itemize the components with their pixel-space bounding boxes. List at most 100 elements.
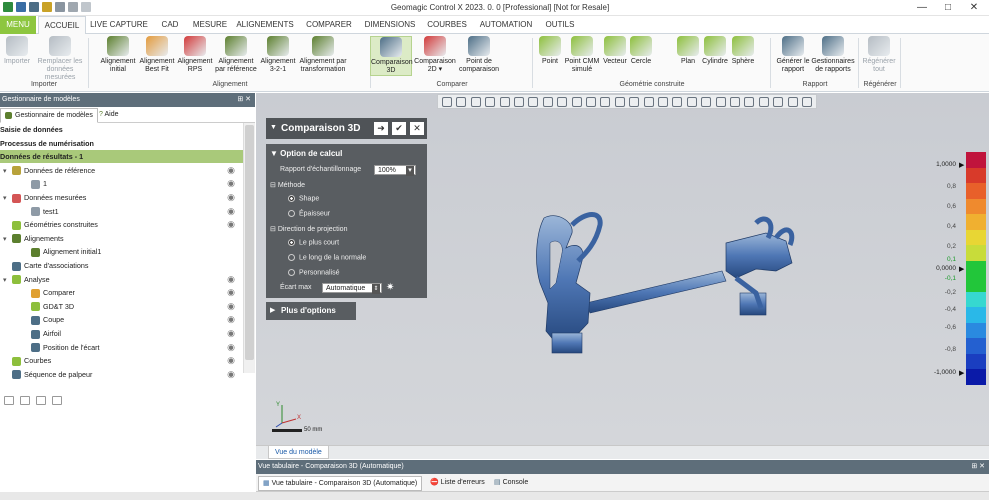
tab-9[interactable]: AUTOMATION [474, 16, 538, 34]
tree-item[interactable]: Carte d'associations [0, 259, 243, 272]
tree-item[interactable]: Coupe ◉ [0, 313, 243, 326]
view-tool-icon[interactable] [456, 97, 467, 107]
scale-marker-arrow-icon[interactable]: ▶ [959, 369, 964, 377]
undo-icon[interactable] [68, 2, 78, 12]
import-button[interactable]: Importer [2, 36, 32, 66]
tab-model-view[interactable]: Vue du modèle [268, 446, 329, 459]
sphere-button[interactable]: Sphère [730, 36, 756, 66]
tree-item[interactable]: Géométries construites ◉ [0, 218, 243, 231]
visibility-eye-icon[interactable]: ◉ [227, 286, 235, 299]
close-button[interactable]: ✕ [962, 1, 986, 14]
expand-arrow-icon[interactable]: ▾ [3, 233, 12, 246]
save-icon[interactable] [29, 2, 39, 12]
visibility-eye-icon[interactable]: ◉ [227, 218, 235, 231]
view-tool-icon[interactable] [686, 97, 697, 107]
visibility-eye-icon[interactable]: ◉ [227, 368, 235, 381]
visibility-eye-icon[interactable]: ◉ [227, 191, 235, 204]
compare-2d-button[interactable]: Comparaison 2D ▾ [412, 36, 458, 74]
redo-icon[interactable] [81, 2, 91, 12]
tab-10[interactable]: OUTILS [540, 16, 580, 34]
tree-item[interactable]: Airfoil ◉ [0, 327, 243, 340]
view-tool-icon[interactable] [672, 97, 683, 107]
print-icon[interactable] [55, 2, 65, 12]
scale-marker-arrow-icon[interactable]: ▶ [959, 161, 964, 169]
tree-item[interactable]: ▾ Données mesurées ◉ [0, 191, 243, 204]
report-manager-button[interactable]: Gestionnaires de rapports [810, 36, 856, 74]
tab-console[interactable]: ▤ Console [490, 476, 532, 491]
dir-normal-radio[interactable]: Le long de la normale [288, 254, 366, 261]
plane-button[interactable]: Plan [676, 36, 700, 66]
cmm-point-button[interactable]: Point CMM simulé [562, 36, 602, 74]
collapse-arrow-icon[interactable]: ▼ [270, 124, 277, 131]
view-tool-icon[interactable] [542, 97, 553, 107]
tab-error-list[interactable]: ⛔ Liste d'erreurs [426, 476, 489, 491]
view-tool-icon[interactable] [528, 97, 539, 107]
tab-8[interactable]: COURBES [422, 16, 472, 34]
method-shape-radio[interactable]: Shape [288, 195, 319, 202]
maximize-button[interactable]: □ [936, 1, 960, 14]
expand-arrow-icon[interactable]: ▾ [3, 274, 12, 287]
view-tool-icon[interactable] [586, 97, 596, 107]
view-tool-icon[interactable] [614, 97, 625, 107]
visibility-eye-icon[interactable]: ◉ [227, 273, 235, 286]
section-calc-header[interactable]: ▼ Option de calcul [270, 149, 342, 158]
nav-icon-1[interactable] [4, 396, 14, 405]
tab-help[interactable]: ? Aide [95, 108, 122, 123]
expand-arrow-icon[interactable]: ▾ [3, 192, 12, 205]
visibility-eye-icon[interactable]: ◉ [227, 341, 235, 354]
reference-alignment-button[interactable]: Alignement par référence [214, 36, 258, 74]
tab-4[interactable]: MESURE [190, 16, 230, 34]
tree-item[interactable]: Comparer ◉ [0, 286, 243, 299]
folder-icon[interactable] [42, 2, 52, 12]
tab-3[interactable]: CAD [152, 16, 188, 34]
tab-5[interactable]: ALIGNEMENTS [232, 16, 298, 34]
compare-point-button[interactable]: Point de comparaison [458, 36, 500, 74]
color-scale-bar[interactable]: 1,0000 ▶ 0,0000 ▶ -1,0000 ▶ 0,8 0,6 0,4 0,2 0,1 -0,… [934, 152, 986, 386]
view-tool-icon[interactable] [442, 97, 452, 107]
tree-item[interactable]: Processus de numérisation [0, 137, 243, 150]
visibility-eye-icon[interactable]: ◉ [227, 327, 235, 340]
tab-tabular-view[interactable]: ▦ Vue tabulaire - Comparaison 3D (Automa… [258, 476, 423, 491]
nav-icon-3[interactable] [36, 396, 46, 405]
view-tool-icon[interactable] [744, 97, 755, 107]
view-tool-icon[interactable] [787, 97, 798, 107]
dir-shortest-radio[interactable]: Le plus court [288, 239, 339, 246]
minimize-button[interactable]: — [910, 1, 934, 14]
grid-icon[interactable] [16, 2, 26, 12]
replace-data-button[interactable]: Remplacer les données mesurées [32, 36, 88, 82]
tree-item[interactable]: Séquence de palpeur ◉ [0, 368, 243, 381]
transform-alignment-button[interactable]: Alignement par transformation [298, 36, 348, 74]
tree-item[interactable]: GD&T 3D ◉ [0, 300, 243, 313]
view-tool-icon[interactable] [715, 97, 726, 107]
tab-model-manager[interactable]: Gestionnaire de modèles [0, 108, 98, 123]
view-tool-icon[interactable] [557, 97, 568, 107]
view-tool-icon[interactable] [643, 97, 654, 107]
ratio-select[interactable]: 100% ▾ [374, 165, 416, 176]
expand-arrow-icon[interactable]: ▾ [3, 165, 12, 178]
view-tool-icon[interactable] [773, 97, 784, 107]
visibility-eye-icon[interactable]: ◉ [227, 300, 235, 313]
circle-button[interactable]: Cercle [628, 36, 654, 66]
more-options-header[interactable]: ▶ Plus d'options [266, 302, 356, 320]
view-tool-icon[interactable] [802, 97, 812, 107]
panel-pin-icon[interactable]: ⊞ ✕ [237, 93, 251, 107]
visibility-eye-icon[interactable]: ◉ [227, 177, 235, 190]
tree-item[interactable]: Position de l'écart ◉ [0, 341, 243, 354]
scrollbar-thumb[interactable] [245, 125, 254, 360]
visibility-eye-icon[interactable]: ◉ [227, 354, 235, 367]
method-thickness-radio[interactable]: Épaisseur [288, 210, 330, 217]
alignment-321-button[interactable]: Alignement 3-2-1 [258, 36, 298, 74]
tree-item[interactable]: ▾ Alignements [0, 232, 243, 245]
tab-2[interactable]: LIVE CAPTURE [88, 16, 150, 34]
view-tool-icon[interactable] [571, 97, 582, 107]
generate-report-button[interactable]: Générer le rapport [776, 36, 810, 74]
view-tool-icon[interactable] [499, 97, 510, 107]
tree-item[interactable]: Alignement initial1 [0, 245, 243, 258]
tree-item[interactable]: ▾ Analyse ◉ [0, 273, 243, 286]
tree-item[interactable]: test1 ◉ [0, 205, 243, 218]
cylinder-button[interactable]: Cylindre [700, 36, 730, 66]
tree-scrollbar[interactable] [243, 123, 255, 373]
tree-item[interactable]: 1 ◉ [0, 177, 243, 190]
visibility-eye-icon[interactable]: ◉ [227, 205, 235, 218]
nav-icon-4[interactable] [52, 396, 62, 405]
